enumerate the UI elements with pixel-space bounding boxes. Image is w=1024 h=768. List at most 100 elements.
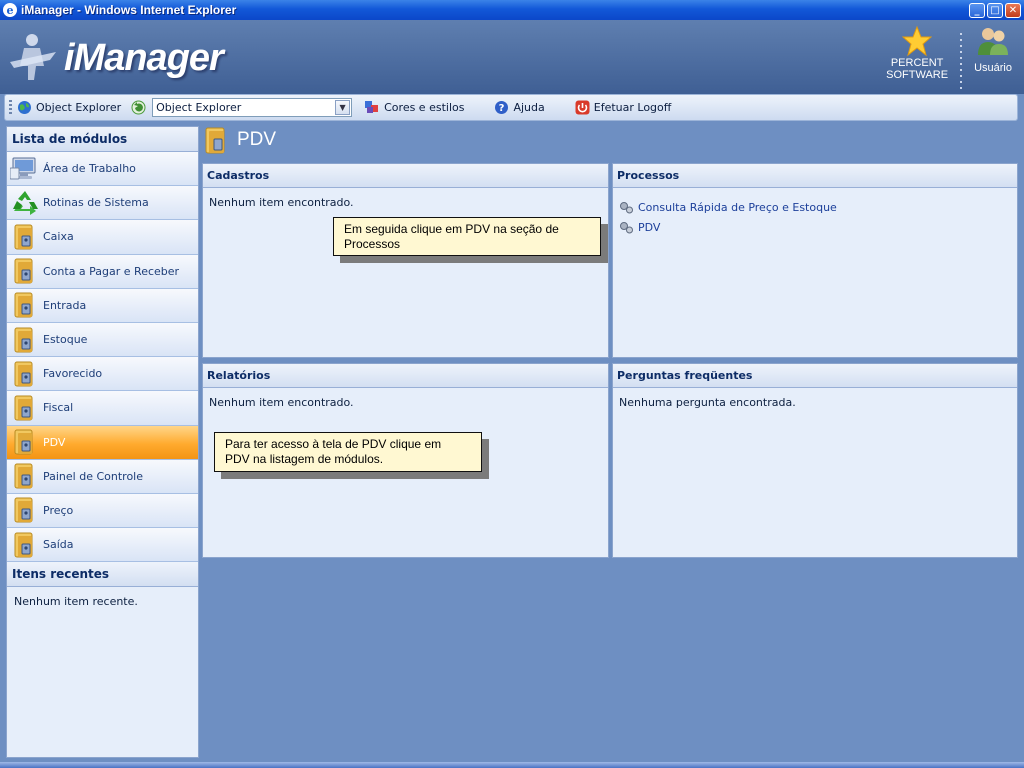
folder-icon (7, 359, 43, 389)
callout-text-line: PDV na listagem de módulos. (225, 452, 384, 466)
folder-icon (7, 461, 43, 491)
sidebar: Lista de módulos Área de Trabalho Rotinas… (6, 126, 199, 758)
cadastros-empty: Nenhum item encontrado. (209, 196, 354, 209)
globe-icon (18, 101, 31, 114)
toolbar-grip[interactable] (9, 99, 12, 116)
processos-panel: Processos Consulta Rápida de Preço e Est… (612, 163, 1018, 358)
folder-icon (7, 256, 43, 286)
internet-explorer-icon: e (3, 3, 17, 17)
modules-title: Lista de módulos (7, 127, 198, 152)
company-line2: SOFTWARE (886, 69, 949, 81)
module-list: Área de Trabalho Rotinas de Sistema Caixa C… (7, 152, 198, 563)
callout-text-line: Para ter acesso à tela de PDV clique em (225, 437, 442, 451)
module-label: Saída (43, 538, 74, 552)
processo-label: PDV (638, 221, 661, 234)
module-item[interactable]: Saída (7, 528, 198, 563)
company-line1: PERCENT (890, 57, 944, 69)
relatorios-empty: Nenhum item encontrado. (209, 396, 354, 409)
minimize-button[interactable]: _ (969, 2, 985, 18)
close-button[interactable]: ✕ (1005, 2, 1021, 18)
desktop-icon (7, 154, 43, 184)
perguntas-empty: Nenhuma pergunta encontrada. (619, 396, 796, 409)
module-label: Preço (43, 503, 74, 517)
refresh-button[interactable] (131, 100, 146, 115)
taskbar-strip (0, 762, 1024, 768)
window-titlebar: e iManager - Windows Internet Explorer _… (0, 0, 1024, 20)
module-label: Favorecido (43, 367, 103, 381)
star-icon (902, 25, 933, 57)
user-button[interactable]: Usuário (974, 25, 1012, 74)
module-item[interactable]: Conta a Pagar e Receber (7, 254, 198, 289)
module-item[interactable]: Área de Trabalho (7, 152, 198, 187)
logo: iManager (10, 32, 224, 84)
power-icon (575, 100, 590, 115)
module-item[interactable]: Painel de Controle (7, 459, 198, 494)
folder-icon (7, 325, 43, 355)
recent-empty-text: Nenhum item recente. (14, 595, 138, 609)
module-item[interactable]: Entrada (7, 288, 198, 323)
cadastros-title: Cadastros (203, 164, 608, 188)
processos-title: Processos (613, 164, 1017, 188)
logo-text: iManager (64, 36, 224, 79)
module-item[interactable]: Rotinas de Sistema (7, 186, 198, 221)
page-title: PDV (205, 126, 276, 154)
module-label: Caixa (43, 230, 74, 244)
gears-icon (620, 202, 633, 214)
users-icon (978, 28, 1009, 55)
ajuda-button[interactable]: ? Ajuda (494, 100, 545, 115)
select-value: Object Explorer (156, 101, 242, 114)
object-explorer-select[interactable]: Object Explorer ▼ (152, 98, 353, 117)
folder-icon (7, 290, 43, 320)
logoff-button[interactable]: Efetuar Logoff (575, 100, 672, 115)
chevron-down-icon[interactable]: ▼ (335, 100, 351, 115)
object-explorer-label: Object Explorer (36, 101, 122, 114)
processo-link-consulta[interactable]: Consulta Rápida de Preço e Estoque (619, 201, 1011, 214)
cores-estilos-label: Cores e estilos (384, 101, 465, 114)
logoff-label: Efetuar Logoff (593, 101, 672, 114)
folder-icon (205, 127, 225, 154)
module-label: Rotinas de Sistema (43, 196, 149, 210)
callout-text-line: Em seguida clique em PDV na seção de (344, 222, 559, 236)
module-label: Área de Trabalho (43, 162, 136, 176)
perguntas-panel: Perguntas freqüentes Nenhuma pergunta en… (612, 363, 1018, 558)
folder-icon (7, 222, 43, 252)
module-label: Estoque (43, 333, 88, 347)
folder-icon (7, 427, 43, 457)
callout-processos: Em seguida clique em PDV na seção de Pro… (333, 217, 601, 256)
palette-icon (365, 101, 379, 113)
ajuda-label: Ajuda (513, 101, 545, 114)
module-label: Painel de Controle (43, 469, 144, 483)
recycle-icon (7, 188, 43, 218)
callout-text-line: Processos (344, 237, 401, 251)
cores-estilos-button[interactable]: Cores e estilos (364, 100, 464, 115)
module-item[interactable]: Fiscal (7, 391, 198, 426)
percent-software-link[interactable]: PERCENT SOFTWARE (886, 25, 948, 81)
module-item[interactable]: Preço (7, 493, 198, 529)
module-label: Entrada (43, 298, 87, 312)
recent-title: Itens recentes (7, 562, 198, 588)
module-label: PDV (43, 435, 66, 449)
module-item[interactable]: Caixa (7, 220, 198, 255)
logo-figure-icon (10, 32, 56, 84)
folder-icon (7, 393, 43, 423)
module-label: Conta a Pagar e Receber (43, 264, 180, 278)
processo-label: Consulta Rápida de Preço e Estoque (638, 201, 837, 214)
window-title: iManager - Windows Internet Explorer (21, 3, 237, 17)
cadastros-panel: Cadastros Nenhum item encontrado. (202, 163, 609, 358)
folder-icon (7, 495, 43, 525)
refresh-icon (131, 100, 146, 115)
object-explorer-button[interactable]: Object Explorer (17, 100, 121, 115)
header-divider (960, 33, 963, 89)
module-item[interactable]: Estoque (7, 322, 198, 358)
toolbar: Object Explorer Object Explorer ▼ Cores … (4, 94, 1018, 121)
module-item[interactable]: Favorecido (7, 357, 198, 392)
processo-link-pdv[interactable]: PDV (619, 221, 1011, 234)
svg-text:?: ? (499, 103, 505, 114)
page-title-text: PDV (237, 129, 277, 150)
maximize-button[interactable]: □ (987, 2, 1003, 18)
app-header: iManager PERCENT SOFTWARE Usuário (0, 20, 1024, 94)
user-label: Usuário (974, 62, 1012, 74)
folder-icon (7, 530, 43, 560)
help-icon: ? (495, 101, 509, 114)
module-item[interactable]: PDV (7, 425, 198, 460)
